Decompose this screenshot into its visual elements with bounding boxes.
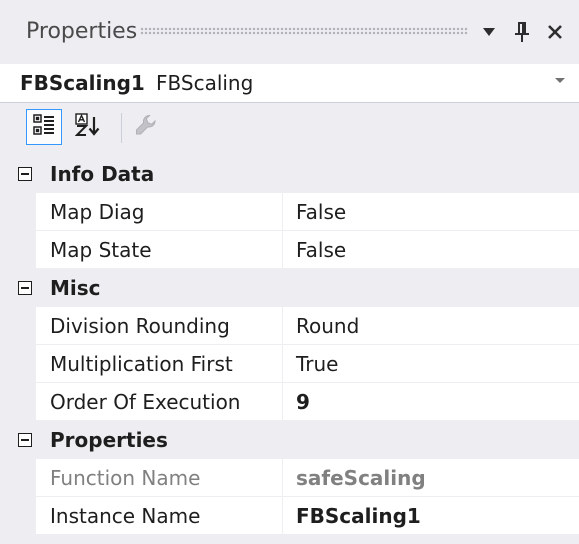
property-name: Multiplication First <box>50 352 233 376</box>
close-icon[interactable] <box>540 14 570 50</box>
property-name: Order Of Execution <box>50 390 241 414</box>
panel-title: Properties <box>26 19 138 44</box>
selected-object-name: FBScaling1 <box>20 71 145 95</box>
alphabetical-sort-icon <box>74 113 101 141</box>
column-divider[interactable] <box>282 231 283 269</box>
column-divider[interactable] <box>282 345 283 383</box>
properties-toolbar <box>0 103 579 155</box>
property-value: safeScaling <box>296 466 426 490</box>
categorized-icon <box>32 113 56 141</box>
property-row-function-name[interactable]: Function Name safeScaling <box>0 459 579 497</box>
tool-window-titlebar[interactable]: Properties <box>0 0 579 64</box>
categorized-button[interactable] <box>26 109 62 145</box>
collapse-icon[interactable] <box>18 281 32 295</box>
property-name: Map Diag <box>50 200 145 224</box>
property-pages-button[interactable] <box>128 109 164 145</box>
column-divider[interactable] <box>282 497 283 535</box>
selected-object-type: FBScaling <box>156 71 254 95</box>
property-row-instance-name[interactable]: Instance Name FBScaling1 <box>0 497 579 535</box>
category-misc[interactable]: Misc <box>0 269 579 307</box>
toolbar-separator <box>121 113 122 143</box>
alphabetical-button[interactable] <box>70 109 106 145</box>
properties-panel: Properties FBScaling1 FBScaling Info Dat… <box>0 0 579 544</box>
property-name: Map State <box>50 238 152 262</box>
column-divider[interactable] <box>282 383 283 421</box>
property-value[interactable]: FBScaling1 <box>296 502 421 530</box>
collapse-icon[interactable] <box>18 433 32 447</box>
property-grid: Info Data Map Diag False Map State False… <box>0 155 579 535</box>
property-row-order-of-execution[interactable]: Order Of Execution 9 <box>0 383 579 421</box>
property-value[interactable]: False <box>296 198 346 226</box>
property-name: Instance Name <box>50 504 201 528</box>
property-value[interactable]: Round <box>296 312 359 340</box>
property-row-division-rounding[interactable]: Division Rounding Round <box>0 307 579 345</box>
column-divider[interactable] <box>282 459 283 497</box>
category-info-data[interactable]: Info Data <box>0 155 579 193</box>
category-label: Info Data <box>50 162 155 186</box>
property-name: Division Rounding <box>50 314 230 338</box>
column-divider[interactable] <box>282 307 283 345</box>
pin-icon[interactable] <box>507 14 537 50</box>
chevron-down-icon[interactable] <box>474 14 504 50</box>
category-properties[interactable]: Properties <box>0 421 579 459</box>
dropdown-arrow-icon[interactable] <box>555 78 565 83</box>
drag-grip[interactable] <box>140 27 468 35</box>
property-value[interactable]: True <box>296 350 338 378</box>
property-row-map-diag[interactable]: Map Diag False <box>0 193 579 231</box>
object-selector-dropdown[interactable]: FBScaling1 FBScaling <box>0 64 579 103</box>
property-name: Function Name <box>50 466 201 490</box>
grid-bottom-strip <box>0 535 579 544</box>
property-value[interactable]: False <box>296 236 346 264</box>
property-value[interactable]: 9 <box>296 388 310 416</box>
category-label: Misc <box>50 276 101 300</box>
collapse-icon[interactable] <box>18 167 32 181</box>
column-divider[interactable] <box>282 193 283 231</box>
wrench-icon <box>134 113 158 141</box>
property-row-multiplication-first[interactable]: Multiplication First True <box>0 345 579 383</box>
category-label: Properties <box>50 428 168 452</box>
property-row-map-state[interactable]: Map State False <box>0 231 579 269</box>
